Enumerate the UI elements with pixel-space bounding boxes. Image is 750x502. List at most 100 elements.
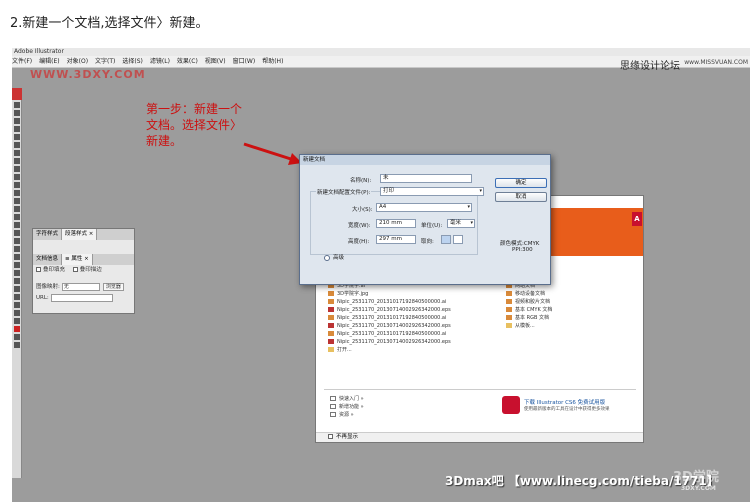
step-annotation: 第一步：新建一个文档。选择文件〉新建。	[146, 102, 243, 148]
url-label: URL:	[36, 295, 49, 301]
blob-brush-tool-icon[interactable]	[13, 182, 20, 188]
menu-file[interactable]: 文件(F)	[12, 58, 32, 65]
cancel-button[interactable]: 取消	[495, 192, 547, 202]
recent-file-item[interactable]: Nipic_2531170_20130714002926342000.eps	[328, 322, 451, 330]
lasso-tool-icon[interactable]	[13, 126, 20, 132]
advanced-toggle[interactable]: 高级	[324, 253, 344, 261]
direct-selection-tool-icon[interactable]	[13, 110, 20, 116]
landscape-orientation-icon[interactable]	[453, 235, 463, 244]
menu-effect[interactable]: 效果(C)	[177, 58, 198, 65]
corner-watermark: 3D学院 3DXY.COM	[673, 466, 719, 492]
menu-help[interactable]: 帮助(H)	[262, 58, 283, 65]
recent-file-item[interactable]: Nipic_2531170_20131017192840500000.ai	[328, 330, 451, 338]
ok-button[interactable]: 确定	[495, 178, 547, 188]
stroke-swatch-icon[interactable]	[13, 326, 20, 332]
menu-window[interactable]: 窗口(W)	[233, 58, 256, 65]
rectangle-tool-icon[interactable]	[13, 158, 20, 164]
overprint-stroke-checkbox[interactable]	[72, 267, 78, 272]
new-doc-item[interactable]: 移动设备文档	[506, 290, 552, 298]
promo-subtitle: 使用最新版本的工具在设计中获得更多效果	[524, 407, 610, 412]
size-select[interactable]: A4	[376, 203, 472, 212]
recent-file-item[interactable]: 3D学院字.jpg	[328, 290, 451, 298]
dont-show-checkbox[interactable]	[328, 434, 333, 439]
overprint-fill-checkbox[interactable]	[36, 267, 41, 272]
menu-object[interactable]: 对象(O)	[67, 58, 88, 65]
new-from-template-link[interactable]: 从模板...	[506, 322, 552, 330]
ai-file-icon	[328, 331, 334, 336]
tab-document-info[interactable]: 文档信息	[33, 254, 63, 265]
height-input[interactable]: 297 mm	[376, 235, 416, 244]
tools-panel	[12, 88, 22, 478]
new-doc-item[interactable]: 基本 CMYK 文档	[506, 306, 552, 314]
toolbox-header[interactable]	[12, 88, 22, 100]
document-icon	[506, 315, 512, 320]
recent-file-item[interactable]: Nipic_2531170_20130714002926342000.eps	[328, 338, 451, 346]
panel-tabs-top: 字符样式 段落样式 ×	[33, 229, 134, 240]
size-label: 大小(S):	[352, 207, 373, 213]
units-select[interactable]: 毫米	[447, 219, 475, 228]
hand-tool-icon[interactable]	[13, 302, 20, 308]
rotate-tool-icon[interactable]	[13, 198, 20, 204]
pencil-tool-icon[interactable]	[13, 174, 20, 180]
tab-paragraph-styles[interactable]: 段落样式 ×	[62, 229, 98, 240]
gradient-tool-icon[interactable]	[13, 254, 20, 260]
screen-mode-icon[interactable]	[13, 342, 20, 348]
mesh-tool-icon[interactable]	[13, 246, 20, 252]
slice-tool-icon[interactable]	[13, 294, 20, 300]
selection-tool-icon[interactable]	[13, 102, 20, 108]
browser-button[interactable]: 浏览器	[102, 282, 124, 291]
image-map-select[interactable]: 无	[61, 282, 100, 291]
warp-tool-icon[interactable]	[13, 214, 20, 220]
welcome-divider	[324, 389, 636, 390]
tab-attributes[interactable]: ≡ 属性 ×	[62, 254, 93, 265]
resources-link[interactable]: 资源 »	[330, 411, 364, 419]
width-label: 宽度(W):	[348, 223, 371, 229]
url-field[interactable]	[50, 293, 113, 302]
getting-started-link[interactable]: 快速入门 »	[330, 395, 364, 403]
promo-title[interactable]: 下载 Illustrator CS6 免费试用版	[524, 398, 605, 406]
eps-file-icon	[328, 323, 334, 328]
live-paint-tool-icon[interactable]	[13, 278, 20, 284]
recent-file-item[interactable]: Nipic_2531170_20131017192840500000.ai	[328, 314, 451, 322]
orientation-label: 取向:	[421, 239, 434, 245]
menu-view[interactable]: 视图(V)	[205, 58, 226, 65]
color-mode-info: 颜色模式:CMYK	[500, 241, 540, 247]
free-transform-tool-icon[interactable]	[13, 222, 20, 228]
eyedropper-tool-icon[interactable]	[13, 262, 20, 268]
eraser-tool-icon[interactable]	[13, 190, 20, 196]
pen-tool-icon[interactable]	[13, 134, 20, 140]
adobe-logo-icon: A	[632, 212, 642, 226]
blend-tool-icon[interactable]	[13, 270, 20, 276]
drawing-mode-icon[interactable]	[13, 334, 20, 340]
paintbrush-tool-icon[interactable]	[13, 166, 20, 172]
menu-edit[interactable]: 编辑(E)	[39, 58, 59, 65]
overprint-stroke-label: 叠印描边	[79, 267, 102, 273]
fill-swatch-icon[interactable]	[13, 318, 20, 324]
new-document-dialog: 新建文档 名称(N): 未 新建文档配置文件(P): 打印 大小(S): A4 …	[299, 154, 551, 285]
scale-tool-icon[interactable]	[13, 206, 20, 212]
tab-character-styles[interactable]: 字符样式	[33, 229, 63, 240]
artboard-tool-icon[interactable]	[13, 286, 20, 292]
name-input[interactable]: 未	[380, 174, 472, 183]
type-tool-icon[interactable]	[13, 142, 20, 148]
symbol-sprayer-tool-icon[interactable]	[13, 230, 20, 236]
corner-watermark-url: 3DXY.COM	[681, 485, 716, 492]
width-input[interactable]: 210 mm	[376, 219, 416, 228]
new-doc-item[interactable]: 视频和胶片文档	[506, 298, 552, 306]
open-file-link[interactable]: 打开...	[328, 346, 451, 354]
new-doc-item[interactable]: 基本 RGB 文档	[506, 314, 552, 322]
line-tool-icon[interactable]	[13, 150, 20, 156]
recent-file-item[interactable]: Nipic_2531170_20130714002926342000.eps	[328, 306, 451, 314]
new-features-link[interactable]: 新增功能 »	[330, 403, 364, 411]
menu-select[interactable]: 选择(S)	[122, 58, 143, 65]
magic-wand-tool-icon[interactable]	[13, 118, 20, 124]
portrait-orientation-icon[interactable]	[441, 235, 451, 244]
menu-type[interactable]: 文字(T)	[95, 58, 115, 65]
menu-filter[interactable]: 滤镜(L)	[150, 58, 170, 65]
profile-select[interactable]: 打印	[380, 187, 484, 196]
graph-tool-icon[interactable]	[13, 238, 20, 244]
page-heading: 2.新建一个文档,选择文件〉新建。	[10, 16, 209, 31]
name-label: 名称(N):	[350, 178, 372, 184]
recent-file-item[interactable]: Nipic_2531170_20131017192840500000.ai	[328, 298, 451, 306]
zoom-tool-icon[interactable]	[13, 310, 20, 316]
